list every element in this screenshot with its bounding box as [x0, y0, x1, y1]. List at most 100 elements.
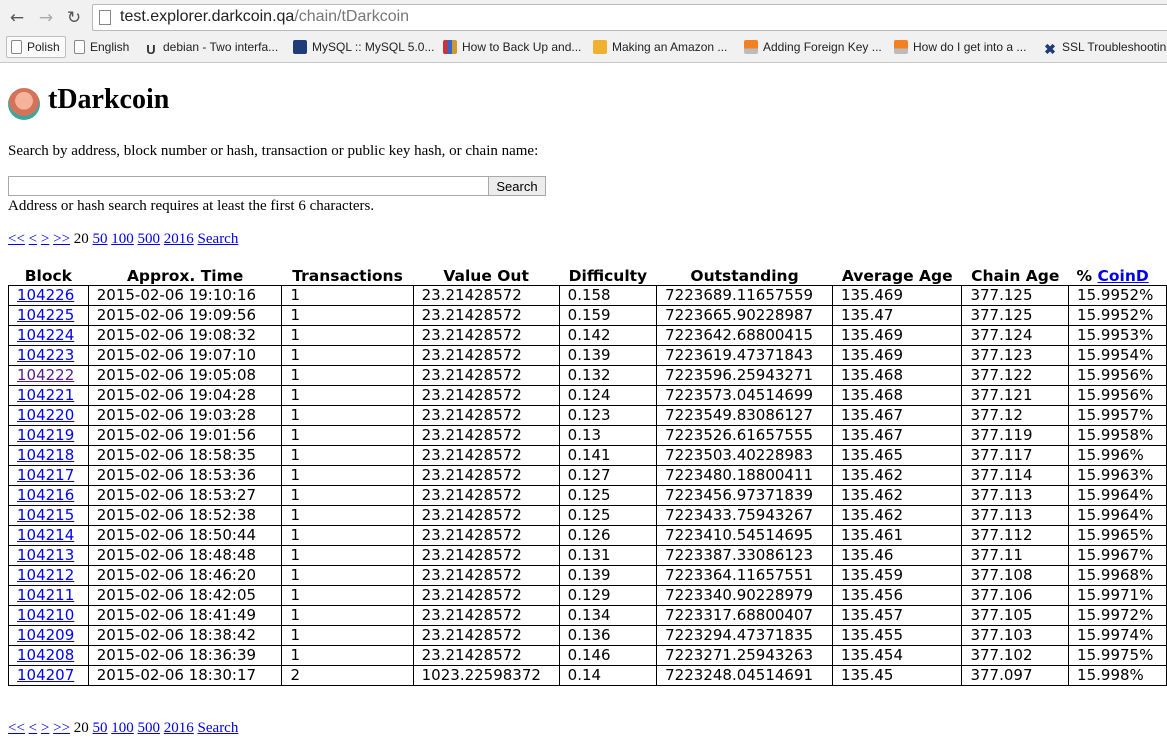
- block-number-link[interactable]: 104214: [17, 526, 74, 544]
- bookmark-amazon[interactable]: Making an Amazon ...: [593, 37, 727, 57]
- block-number-link[interactable]: 104209: [17, 626, 74, 644]
- difficulty-cell: 0.136: [558, 625, 658, 646]
- transactions-cell: 1: [281, 345, 414, 366]
- block-cell: 104222: [8, 365, 89, 386]
- block-number-link[interactable]: 104207: [17, 666, 74, 684]
- pager-first-link[interactable]: <<: [8, 720, 25, 736]
- outstanding-cell: 7223340.90228979: [656, 585, 833, 606]
- pager-size-50-link[interactable]: 50: [93, 720, 108, 736]
- chain-age-cell: 377.123: [961, 345, 1070, 366]
- transactions-cell: 2: [281, 665, 414, 686]
- table-row: 104210 2015-02-06 18:41:49 1 23.21428572 0.1…: [8, 605, 1167, 626]
- pager-last-link[interactable]: >>: [53, 720, 70, 736]
- bookmark-get-into[interactable]: How do I get into a ...: [894, 37, 1026, 57]
- pager-last-link[interactable]: >>: [53, 231, 70, 247]
- chain-age-cell: 377.112: [961, 525, 1070, 546]
- pager-size-500-link[interactable]: 500: [138, 720, 161, 736]
- coindays-destroyed-cell: 15.9956%: [1068, 385, 1167, 406]
- difficulty-cell: 0.142: [558, 325, 658, 346]
- header-block: Block: [24, 267, 72, 285]
- block-cell: 104217: [8, 465, 89, 486]
- value-out-cell: 1023.22598372: [412, 665, 560, 686]
- average-age-cell: 135.454: [831, 645, 963, 666]
- average-age-cell: 135.457: [831, 605, 963, 626]
- outstanding-cell: 7223526.61657555: [656, 425, 833, 446]
- url-text: test.explorer.darkcoin.qa/chain/tDarkcoi…: [120, 8, 410, 25]
- coindays-destroyed-cell: 15.9975%: [1068, 645, 1167, 666]
- pager-size-500-link[interactable]: 500: [138, 231, 161, 247]
- pager-search-link[interactable]: Search: [198, 231, 239, 247]
- average-age-cell: 135.469: [831, 325, 963, 346]
- block-number-link[interactable]: 104225: [17, 306, 74, 324]
- average-age-cell: 135.467: [831, 405, 963, 426]
- outstanding-cell: 7223665.90228987: [656, 305, 833, 326]
- block-number-link[interactable]: 104224: [17, 326, 74, 344]
- table-row: 104218 2015-02-06 18:58:35 1 23.21428572 0.1…: [8, 445, 1167, 466]
- block-number-link[interactable]: 104220: [17, 406, 74, 424]
- pager-next-link[interactable]: >: [41, 231, 49, 247]
- value-out-cell: 23.21428572: [412, 365, 560, 386]
- block-number-link[interactable]: 104210: [17, 606, 74, 624]
- approx-time-cell: 2015-02-06 18:53:36: [87, 465, 283, 486]
- table-header-row: Block Approx. Time Transactions Value Ou…: [9, 264, 1167, 286]
- table-row: 104208 2015-02-06 18:36:39 1 23.21428572 0.1…: [8, 645, 1167, 666]
- difficulty-cell: 0.141: [558, 445, 658, 466]
- pager-size-2016-link[interactable]: 2016: [164, 231, 194, 247]
- block-number-link[interactable]: 104213: [17, 546, 74, 564]
- block-number-link[interactable]: 104208: [17, 646, 74, 664]
- block-number-link[interactable]: 104223: [17, 346, 74, 364]
- block-number-link[interactable]: 104219: [17, 426, 74, 444]
- block-number-link[interactable]: 104218: [17, 446, 74, 464]
- difficulty-cell: 0.125: [558, 485, 658, 506]
- pager-size-100-link[interactable]: 100: [111, 231, 134, 247]
- value-out-cell: 23.21428572: [412, 465, 560, 486]
- average-age-cell: 135.468: [831, 365, 963, 386]
- pager-search-link[interactable]: Search: [198, 720, 239, 736]
- search-button[interactable]: Search: [488, 176, 546, 196]
- value-out-cell: 23.21428572: [412, 345, 560, 366]
- block-cell: 104220: [8, 405, 89, 426]
- coindays-destroyed-cell: 15.996%: [1068, 445, 1167, 466]
- address-bar[interactable]: test.explorer.darkcoin.qa/chain/tDarkcoi…: [92, 4, 1167, 31]
- approx-time-cell: 2015-02-06 18:42:05: [87, 585, 283, 606]
- pager-size-100-link[interactable]: 100: [111, 720, 134, 736]
- block-number-link[interactable]: 104226: [17, 286, 74, 304]
- search-input[interactable]: [8, 176, 489, 196]
- bookmark-english[interactable]: English: [74, 37, 129, 57]
- block-number-link[interactable]: 104217: [17, 466, 74, 484]
- pager-prev-link[interactable]: <: [29, 231, 37, 247]
- bookmark-ssl[interactable]: ✖ SSL Troubleshootin: [1043, 37, 1166, 57]
- block-number-link[interactable]: 104221: [17, 386, 74, 404]
- bookmark-foreign-key[interactable]: Adding Foreign Key ...: [744, 37, 882, 57]
- pager-first-link[interactable]: <<: [8, 231, 25, 247]
- approx-time-cell: 2015-02-06 19:10:16: [87, 285, 283, 306]
- bookmark-debian[interactable]: Udebian - Two interfa...: [144, 37, 278, 57]
- transactions-cell: 1: [281, 505, 414, 526]
- table-row: 104215 2015-02-06 18:52:38 1 23.21428572 0.1…: [8, 505, 1167, 526]
- approx-time-cell: 2015-02-06 18:46:20: [87, 565, 283, 586]
- coindays-header-link[interactable]: CoinD: [1097, 267, 1148, 285]
- average-age-cell: 135.467: [831, 425, 963, 446]
- pager-prev-link[interactable]: <: [29, 720, 37, 736]
- value-out-cell: 23.21428572: [412, 425, 560, 446]
- block-number-link[interactable]: 104212: [17, 566, 74, 584]
- reload-icon[interactable]: ↻: [63, 7, 85, 29]
- block-cell: 104215: [8, 505, 89, 526]
- forward-arrow-icon[interactable]: →: [35, 7, 57, 29]
- bookmark-backup[interactable]: How to Back Up and...: [443, 37, 581, 57]
- block-number-link[interactable]: 104222: [17, 366, 74, 384]
- back-arrow-icon[interactable]: ←: [6, 7, 28, 29]
- bookmark-mysql[interactable]: MySQL :: MySQL 5.0...: [293, 37, 434, 57]
- block-number-link[interactable]: 104215: [17, 506, 74, 524]
- block-cell: 104214: [8, 525, 89, 546]
- header-value-out: Value Out: [443, 267, 529, 285]
- pager-top: << < > >> 20 50 100 500 2016 Search: [8, 231, 238, 248]
- pager-next-link[interactable]: >: [41, 720, 49, 736]
- block-number-link[interactable]: 104211: [17, 586, 74, 604]
- bookmark-polish[interactable]: Polish: [6, 36, 66, 58]
- pager-size-2016-link[interactable]: 2016: [164, 720, 194, 736]
- value-out-cell: 23.21428572: [412, 625, 560, 646]
- pager-size-50-link[interactable]: 50: [93, 231, 108, 247]
- chain-age-cell: 377.097: [961, 665, 1070, 686]
- block-number-link[interactable]: 104216: [17, 486, 74, 504]
